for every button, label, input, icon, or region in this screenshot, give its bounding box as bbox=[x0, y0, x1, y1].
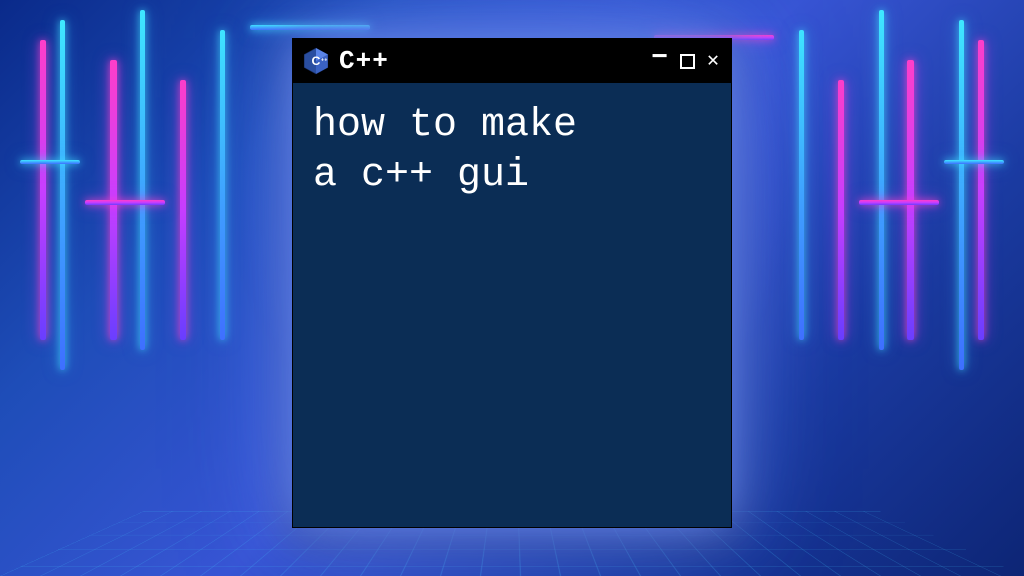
content-line-2: a c++ gui bbox=[313, 151, 711, 201]
minimize-button[interactable] bbox=[651, 47, 668, 75]
maximize-button[interactable] bbox=[680, 54, 695, 69]
terminal-body: how to make a c++ gui bbox=[293, 83, 731, 527]
window-controls bbox=[651, 47, 719, 75]
terminal-window: C + + C++ how to make a c++ gui bbox=[292, 38, 732, 528]
cpp-logo-icon: C + + bbox=[301, 46, 331, 76]
window-title: C++ bbox=[339, 46, 643, 76]
svg-text:C: C bbox=[312, 54, 321, 68]
content-line-1: how to make bbox=[313, 101, 711, 151]
svg-text:+: + bbox=[321, 58, 324, 64]
title-bar[interactable]: C + + C++ bbox=[293, 39, 731, 83]
svg-text:+: + bbox=[324, 58, 327, 64]
close-button[interactable] bbox=[707, 50, 719, 72]
